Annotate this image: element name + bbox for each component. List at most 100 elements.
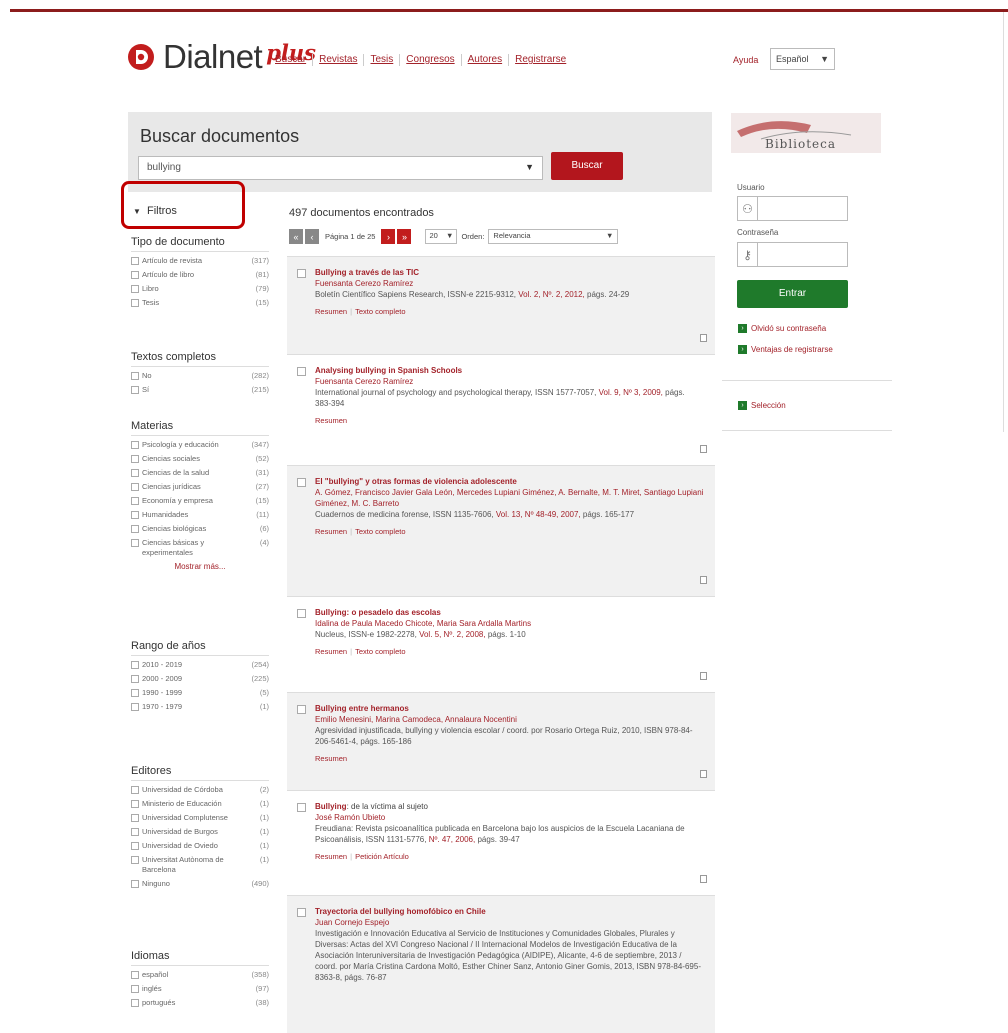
filter-option[interactable]: Artículo de libro (81) [131,270,269,280]
result-link[interactable]: Resumen [315,647,347,656]
document-icon[interactable] [700,770,707,778]
selection-link[interactable]: › Selección [738,401,786,410]
checkbox[interactable] [131,880,139,888]
search-button[interactable]: Buscar [551,152,623,180]
result-issue-link[interactable]: Vol. 2, Nº. 2, 2012, [518,290,585,299]
result-authors[interactable]: Emilio Menesini, Marina Camodeca, Annala… [315,714,715,725]
filter-option[interactable]: 2010 - 2019 (254) [131,660,269,670]
checkbox[interactable] [131,842,139,850]
result-title[interactable]: Bullying: o pesadelo das escolas [315,607,715,618]
filter-option[interactable]: español (358) [131,970,269,980]
biblioteca-logo[interactable]: Biblioteca [731,113,881,153]
result-title[interactable]: El "bullying" y otras formas de violenci… [315,476,715,487]
checkbox[interactable] [131,814,139,822]
result-title[interactable]: Bullying: de la víctima al sujeto [315,801,715,812]
search-input[interactable]: bullying ▼ [138,156,543,180]
filter-option[interactable]: 1990 - 1999 (5) [131,688,269,698]
nav-revistas[interactable]: Revistas [313,54,365,66]
result-title[interactable]: Bullying a través de las TIC [315,267,715,278]
result-authors[interactable]: Juan Cornejo Espejo [315,917,715,928]
checkbox[interactable] [131,386,139,394]
filter-option[interactable]: Humanidades (11) [131,510,269,520]
result-link[interactable]: Resumen [315,307,347,316]
filter-option[interactable]: Sí (215) [131,385,269,395]
checkbox[interactable] [297,803,306,812]
password-field[interactable]: ⚷ [737,242,848,267]
filter-option[interactable]: Libro (79) [131,284,269,294]
result-link[interactable]: Resumen [315,754,347,763]
filter-option[interactable]: Ciencias de la salud (31) [131,468,269,478]
result-title[interactable]: Trayectoria del bullying homofóbico en C… [315,906,715,917]
checkbox[interactable] [131,828,139,836]
filter-option[interactable]: Economía y empresa (15) [131,496,269,506]
result-title[interactable]: Bullying entre hermanos [315,703,715,714]
checkbox[interactable] [131,856,139,864]
filter-option[interactable]: Artículo de revista (317) [131,256,269,266]
filter-option[interactable]: 1970 - 1979 (1) [131,702,269,712]
checkbox[interactable] [131,999,139,1007]
filter-option[interactable]: inglés (97) [131,984,269,994]
filter-option[interactable]: Ciencias básicas y experimentales (4) [131,538,269,558]
language-select[interactable]: Español ▼ [770,48,835,70]
result-title[interactable]: Analysing bullying in Spanish Schools [315,365,715,376]
checkbox[interactable] [131,257,139,265]
filter-option[interactable]: Ciencias biológicas (6) [131,524,269,534]
checkbox[interactable] [131,372,139,380]
prev-page-icon[interactable]: ‹ [305,229,319,244]
checkbox[interactable] [297,269,306,278]
document-icon[interactable] [700,875,707,883]
last-page-icon[interactable]: » [397,229,412,244]
checkbox[interactable] [131,971,139,979]
checkbox[interactable] [131,455,139,463]
help-link[interactable]: Ayuda [733,55,758,65]
checkbox[interactable] [297,609,306,618]
result-issue-link[interactable]: Vol. 5, Nº. 2, 2008, [419,630,486,639]
result-link[interactable]: Resumen [315,852,347,861]
nav-tesis[interactable]: Tesis [364,54,401,66]
checkbox[interactable] [131,703,139,711]
checkbox[interactable] [131,675,139,683]
filter-option[interactable]: Universidad de Burgos (1) [131,827,269,837]
checkbox[interactable] [131,285,139,293]
filter-option[interactable]: Universitat Autònoma de Barcelona (1) [131,855,269,875]
result-link[interactable]: Resumen [315,527,347,536]
result-link[interactable]: Petición Artículo [355,852,409,861]
first-page-icon[interactable]: « [289,229,303,244]
document-icon[interactable] [700,445,707,453]
checkbox[interactable] [131,786,139,794]
user-field[interactable]: ⚇ [737,196,848,221]
enter-button[interactable]: Entrar [737,280,848,308]
checkbox[interactable] [131,539,139,547]
checkbox[interactable] [131,299,139,307]
checkbox[interactable] [131,689,139,697]
filter-option[interactable]: Tesis (15) [131,298,269,308]
page-size-select[interactable]: 20 ▼ [425,229,458,244]
result-authors[interactable]: José Ramón Ubieto [315,812,715,823]
checkbox[interactable] [297,367,306,376]
result-issue-link[interactable]: Vol. 13, Nº 48-49, 2007, [496,510,581,519]
result-issue-link[interactable]: Nº. 47, 2006, [429,835,476,844]
result-link[interactable]: Texto completo [355,647,405,656]
result-issue-link[interactable]: Vol. 9, Nº 3, 2009, [599,388,663,397]
result-link[interactable]: Resumen [315,416,347,425]
result-link[interactable]: Texto completo [355,307,405,316]
checkbox[interactable] [131,483,139,491]
checkbox[interactable] [131,661,139,669]
forgot-password-link[interactable]: › Olvidó su contraseña [738,324,826,333]
checkbox[interactable] [131,441,139,449]
checkbox[interactable] [131,469,139,477]
document-icon[interactable] [700,334,707,342]
result-authors[interactable]: A. Gómez, Francisco Javier Gala León, Me… [315,487,715,509]
checkbox[interactable] [131,985,139,993]
result-link[interactable]: Texto completo [355,527,405,536]
next-page-icon[interactable]: › [381,229,396,244]
nav-autores[interactable]: Autores [462,54,510,66]
nav-buscar[interactable]: Buscar [275,54,314,66]
checkbox[interactable] [131,511,139,519]
checkbox[interactable] [131,525,139,533]
filter-option[interactable]: Psicología y educación (347) [131,440,269,450]
filter-option[interactable]: Universidad de Oviedo (1) [131,841,269,851]
filter-option[interactable]: Ciencias sociales (52) [131,454,269,464]
checkbox[interactable] [297,705,306,714]
show-more-link[interactable]: Mostrar más... [131,562,269,571]
